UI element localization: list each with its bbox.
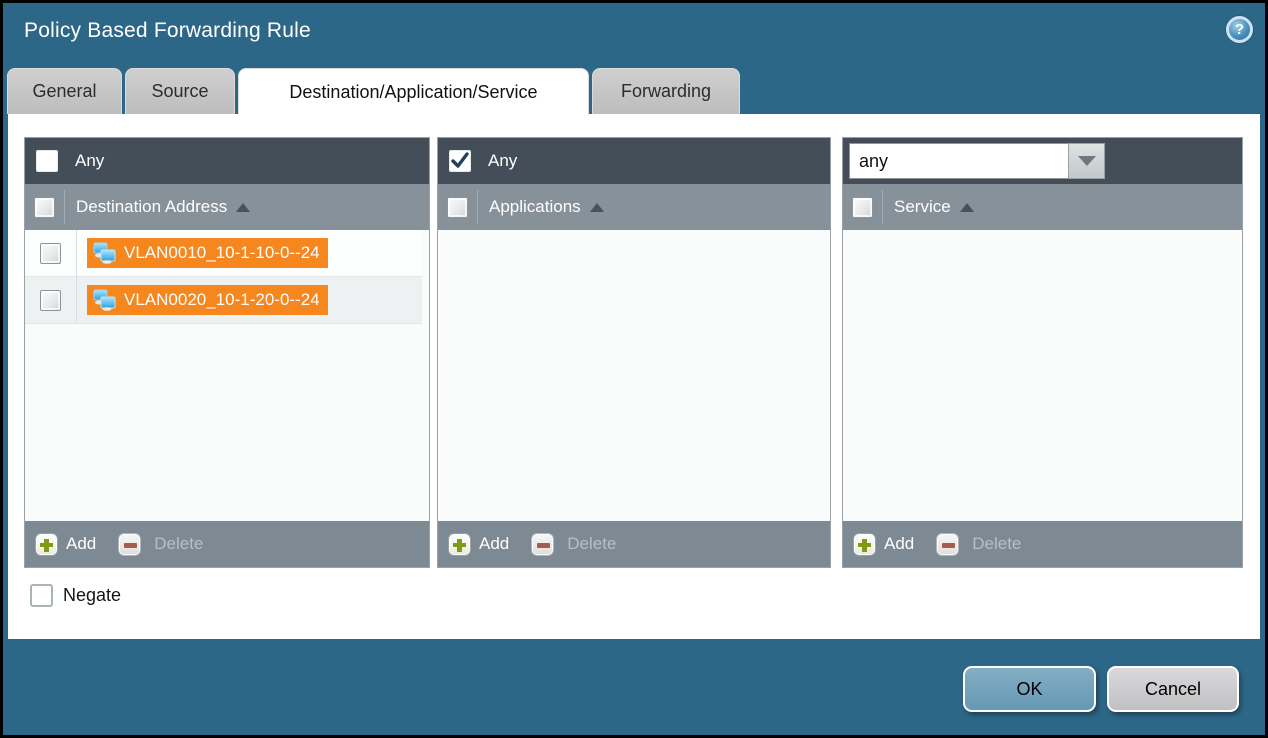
network-icon xyxy=(92,242,117,264)
applications-list xyxy=(438,230,830,521)
dialog-frame: Policy Based Forwarding Rule ? General S… xyxy=(3,3,1265,735)
applications-panel: Any Applications Add Delete xyxy=(437,137,831,568)
add-icon[interactable] xyxy=(853,533,876,556)
address-object-label: VLAN0010_10-1-10-0--24 xyxy=(124,243,320,263)
column-divider xyxy=(477,190,478,224)
table-row[interactable]: VLAN0020_10-1-20-0--24 xyxy=(25,277,422,324)
destination-column-header[interactable]: Destination Address xyxy=(25,184,429,230)
delete-icon[interactable] xyxy=(936,533,959,556)
destination-list: VLAN0010_10-1-10-0--24 xyxy=(25,230,429,521)
row-checkbox-cell xyxy=(25,277,77,323)
destination-any-bar: Any xyxy=(25,138,429,184)
add-icon[interactable] xyxy=(35,533,58,556)
row-checkbox-cell xyxy=(25,230,77,276)
column-divider xyxy=(882,190,883,224)
service-dropdown-input[interactable] xyxy=(849,143,1068,179)
policy-based-forwarding-dialog: Policy Based Forwarding Rule ? General S… xyxy=(0,0,1268,738)
applications-column-label: Applications xyxy=(489,197,581,217)
address-object-chip[interactable]: VLAN0010_10-1-10-0--24 xyxy=(87,238,328,268)
add-button[interactable]: Add xyxy=(884,534,914,554)
applications-footer: Add Delete xyxy=(438,521,830,567)
negate-label: Negate xyxy=(63,585,121,606)
service-panel: Service Add Delete xyxy=(842,137,1243,568)
destination-select-all-checkbox[interactable] xyxy=(34,197,55,218)
help-icon[interactable]: ? xyxy=(1226,16,1253,43)
delete-icon[interactable] xyxy=(531,533,554,556)
destination-any-label: Any xyxy=(75,151,104,171)
delete-button: Delete xyxy=(154,534,203,554)
dropdown-button[interactable] xyxy=(1068,143,1105,179)
table-row[interactable]: VLAN0010_10-1-10-0--24 xyxy=(25,230,422,277)
service-dropdown-bar xyxy=(843,138,1242,184)
delete-button: Delete xyxy=(972,534,1021,554)
applications-any-label: Any xyxy=(488,151,517,171)
sort-asc-icon xyxy=(960,203,974,212)
applications-any-checkbox[interactable] xyxy=(449,150,471,172)
destination-address-panel: Any Destination Address xyxy=(24,137,430,568)
tab-general[interactable]: General xyxy=(7,68,122,114)
dialog-title: Policy Based Forwarding Rule xyxy=(24,19,311,43)
address-object-chip[interactable]: VLAN0020_10-1-20-0--24 xyxy=(87,285,328,315)
sort-asc-icon xyxy=(236,203,250,212)
tab-bar: General Source Destination/Application/S… xyxy=(7,68,740,114)
row-checkbox[interactable] xyxy=(40,290,61,311)
destination-footer: Add Delete xyxy=(25,521,429,567)
cancel-button[interactable]: Cancel xyxy=(1107,666,1239,712)
delete-button: Delete xyxy=(567,534,616,554)
service-column-label: Service xyxy=(894,197,951,217)
add-icon[interactable] xyxy=(448,533,471,556)
negate-option: Negate xyxy=(30,584,121,607)
destination-any-checkbox[interactable] xyxy=(36,150,58,172)
delete-icon[interactable] xyxy=(118,533,141,556)
tab-forwarding[interactable]: Forwarding xyxy=(592,68,740,114)
column-divider xyxy=(64,190,65,224)
applications-any-bar: Any xyxy=(438,138,830,184)
sort-asc-icon xyxy=(590,203,604,212)
add-button[interactable]: Add xyxy=(479,534,509,554)
negate-checkbox[interactable] xyxy=(30,584,53,607)
service-select-all-checkbox[interactable] xyxy=(852,197,873,218)
tab-content: Any Destination Address xyxy=(8,114,1260,639)
tab-destination-application-service[interactable]: Destination/Application/Service xyxy=(238,68,589,115)
applications-column-header[interactable]: Applications xyxy=(438,184,830,230)
destination-column-label: Destination Address xyxy=(76,197,227,217)
check-icon xyxy=(451,152,469,170)
address-object-label: VLAN0020_10-1-20-0--24 xyxy=(124,290,320,310)
network-icon xyxy=(92,289,117,311)
tab-source[interactable]: Source xyxy=(125,68,235,114)
service-footer: Add Delete xyxy=(843,521,1242,567)
service-list xyxy=(843,230,1242,521)
ok-button[interactable]: OK xyxy=(963,666,1096,712)
row-checkbox[interactable] xyxy=(40,243,61,264)
chevron-down-icon xyxy=(1078,156,1096,166)
applications-select-all-checkbox[interactable] xyxy=(447,197,468,218)
service-column-header[interactable]: Service xyxy=(843,184,1242,230)
service-dropdown[interactable] xyxy=(849,143,1105,179)
add-button[interactable]: Add xyxy=(66,534,96,554)
